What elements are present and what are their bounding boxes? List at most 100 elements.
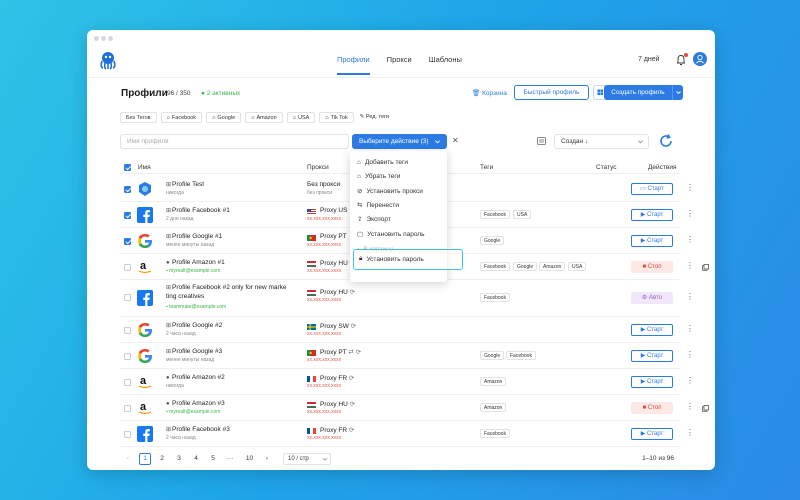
table-row[interactable]: ⊞Profile Facebook #3 2 часа назад Proxy … — [120, 421, 694, 447]
row-menu-icon[interactable]: ⋮ — [686, 209, 694, 218]
page-5[interactable]: 5 — [207, 453, 219, 465]
row-checkbox[interactable] — [124, 238, 131, 245]
menu-item-move[interactable]: ⇆ Перенести — [357, 201, 399, 210]
sort-select[interactable]: Создан ↓ — [554, 134, 649, 149]
page-ellipsis[interactable]: ··· — [224, 453, 236, 465]
table-row[interactable]: ⊞Profile Google #3 менее минуты назад Pr… — [120, 343, 694, 369]
set-password-highlight[interactable]: 🔒︎ Установить пароль — [353, 249, 463, 270]
create-profile-menu-button[interactable] — [672, 85, 683, 100]
refresh-proxy-icon[interactable]: ⟳ — [349, 375, 354, 382]
row-menu-icon[interactable]: ⋮ — [686, 350, 694, 359]
edit-tags-link[interactable]: ✎ Ред. теги — [360, 112, 389, 123]
profile-count: 96 / 350 — [167, 90, 191, 97]
copy-icon[interactable] — [702, 405, 709, 412]
menu-item-set-password[interactable]: ▢ Установить пароль — [357, 230, 424, 239]
create-profile-button[interactable]: Создать профиль — [604, 85, 672, 100]
row-menu-icon[interactable]: ⋮ — [686, 235, 694, 244]
tag-filter-amazon[interactable]: ⌂ Amazon — [245, 112, 283, 123]
row-checkbox[interactable] — [124, 353, 131, 360]
column-tags[interactable]: Теги — [480, 164, 493, 171]
profile-user: ▪ teammate@example.com — [166, 304, 227, 310]
subscription-days[interactable]: 7 дней — [638, 56, 660, 63]
tag-filter-none[interactable]: Без Тегов — [120, 112, 157, 123]
row-menu-icon[interactable]: ⋮ — [686, 402, 694, 411]
prev-page-icon[interactable]: ‹ — [122, 453, 134, 465]
copy-icon[interactable] — [702, 264, 709, 271]
trash-link[interactable]: 🗑 Корзина — [472, 89, 507, 97]
row-checkbox[interactable] — [124, 212, 131, 219]
menu-item-remove-tags[interactable]: ⌂ Убрать теги — [357, 173, 400, 180]
row-menu-icon[interactable]: ⋮ — [686, 261, 694, 270]
table-row[interactable]: ⊞Profile Facebook #2 only for new marke … — [120, 280, 694, 317]
row-checkbox[interactable] — [124, 379, 131, 386]
start-button[interactable]: ▶ Старт — [631, 235, 673, 247]
tag-filter-usa[interactable]: ⌂ USA — [286, 112, 316, 123]
refresh-proxy-icon[interactable]: ⟳ — [349, 427, 354, 434]
refresh-proxy-icon[interactable]: ⟳ — [351, 323, 356, 330]
start-button[interactable]: ▶ Старт — [631, 324, 673, 336]
row-checkbox[interactable] — [124, 405, 131, 412]
profile-tag: Facebook — [480, 262, 510, 271]
menu-item-export[interactable]: ⇪ Экспорт — [357, 215, 391, 224]
row-menu-icon[interactable]: ⋮ — [686, 428, 694, 437]
highlighted-set-password[interactable]: 🔒︎ Установить пароль — [359, 255, 424, 263]
page-3[interactable]: 3 — [173, 453, 185, 465]
row-checkbox[interactable] — [124, 294, 131, 301]
chevron-down-icon — [676, 91, 681, 95]
row-checkbox[interactable] — [124, 431, 131, 438]
window-dot — [101, 36, 106, 41]
user-avatar[interactable] — [693, 52, 707, 66]
table-row[interactable]: a ● Profile Amazon #3 ▪ myrealt@example.c… — [120, 395, 709, 421]
tag-filter-tiktok[interactable]: ⌂ Tik Tok — [319, 112, 354, 123]
profile-last-run: менее минуты назад — [166, 357, 215, 363]
swap-proxy-icon[interactable]: ⇄ — [348, 349, 353, 356]
page-size-select[interactable]: 10 / стр — [283, 453, 331, 465]
title-bar — [87, 30, 715, 44]
stop-button[interactable]: ■ Стоп — [631, 261, 673, 273]
next-page-icon[interactable]: › — [261, 453, 273, 465]
bulk-action-select[interactable]: Выберите действие (3) — [352, 134, 447, 149]
start-button[interactable]: ▶ Старт — [631, 428, 673, 440]
column-name[interactable]: Имя — [138, 164, 151, 171]
view-columns-icon[interactable] — [537, 137, 546, 145]
clear-selection-button[interactable]: ✕ — [452, 136, 459, 145]
quick-profile-button[interactable]: Быстрый профиль — [514, 85, 589, 100]
tab-templates[interactable]: Шаблоны — [429, 55, 462, 75]
tab-proxies[interactable]: Прокси — [387, 55, 412, 75]
select-all-checkbox[interactable] — [124, 164, 131, 171]
stop-button[interactable]: ■ Стоп — [631, 402, 673, 414]
row-checkbox[interactable] — [124, 186, 131, 193]
page-1[interactable]: 1 — [139, 453, 151, 465]
start-button[interactable]: ▶ Старт — [631, 376, 673, 388]
row-menu-icon[interactable]: ⋮ — [686, 376, 694, 385]
menu-item-add-tags[interactable]: ⌂ Добавить теги — [357, 159, 408, 166]
row-menu-icon[interactable]: ⋮ — [686, 324, 694, 333]
table-row[interactable]: a ● Profile Amazon #2 никогда Proxy FR ⟳ … — [120, 369, 694, 395]
row-checkbox[interactable] — [124, 264, 131, 271]
row-menu-icon[interactable]: ⋮ — [686, 183, 694, 192]
start-button[interactable]: ▭ Старт — [631, 183, 673, 195]
start-button[interactable]: ▶ Старт — [631, 209, 673, 221]
menu-item-set-proxy[interactable]: ⊘ Установить прокси — [357, 187, 423, 196]
tag-filter-facebook[interactable]: ⌂ Facebook — [160, 112, 203, 123]
start-button[interactable]: ▶ Старт — [631, 350, 673, 362]
search-input[interactable]: Имя профиля — [120, 134, 349, 149]
page-2[interactable]: 2 — [156, 453, 168, 465]
tag-filter-google[interactable]: ⌂ Google — [206, 112, 242, 123]
proxy-name: Без прокси — [307, 181, 341, 188]
refresh-icon[interactable] — [658, 133, 674, 149]
profile-name-text: Profile Facebook #2 only for new marke — [172, 284, 287, 291]
column-proxy[interactable]: Прокси — [307, 164, 329, 171]
row-menu-icon[interactable]: ⋮ — [686, 292, 694, 301]
column-status[interactable]: Статус — [596, 164, 617, 171]
row-checkbox[interactable] — [124, 327, 131, 334]
refresh-proxy-icon[interactable]: ⟳ — [356, 349, 361, 356]
tag-filter-bar: Без Тегов ⌂ Facebook ⌂ Google ⌂ Amazon ⌂ USA… — [120, 112, 389, 123]
refresh-proxy-icon[interactable]: ⟳ — [350, 401, 355, 408]
page-4[interactable]: 4 — [190, 453, 202, 465]
refresh-proxy-icon[interactable]: ⟳ — [350, 289, 355, 296]
auto-status-button[interactable]: ⚙ Авто — [631, 292, 673, 304]
tab-profiles[interactable]: Профили — [337, 55, 370, 75]
table-row[interactable]: ⊞Profile Google #2 2 часа назад Proxy SW… — [120, 317, 694, 343]
page-10[interactable]: 10 — [242, 453, 257, 465]
